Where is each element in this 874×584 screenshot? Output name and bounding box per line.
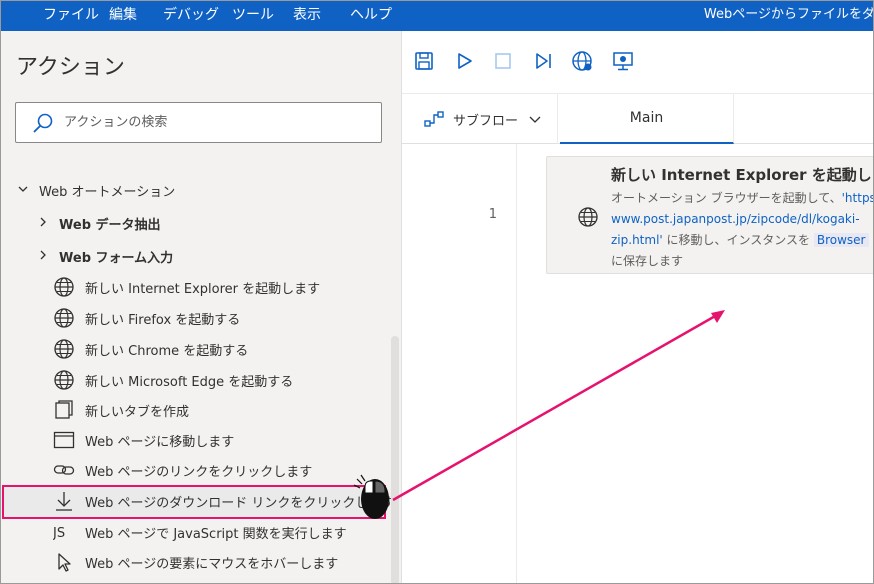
action-label: Web ページのダウンロード リンクをクリックします	[85, 496, 395, 511]
designer-toolbar	[402, 31, 873, 93]
javascript-icon: JS	[53, 526, 65, 541]
line-number: 1	[488, 207, 497, 222]
run-next-action-icon[interactable]	[532, 50, 554, 72]
flow-step-description: オートメーション ブラウザーを起動して、'https:// www.post.j…	[611, 188, 873, 272]
action-create-new-tab[interactable]: 新しいタブを作成	[1, 394, 391, 425]
step-desc-prefix: オートメーション ブラウザーを起動して、	[611, 191, 842, 205]
action-run-javascript[interactable]: JS Web ページで JavaScript 関数を実行します	[1, 516, 391, 547]
action-hover-element[interactable]: Web ページの要素にマウスをホバーします	[1, 546, 391, 577]
actions-pane-title: アクション	[16, 55, 125, 80]
action-label: 新しいタブを作成	[85, 405, 190, 420]
step-desc-url-part2: www.post.japanpost.jp/zipcode/dl/kogaki-	[611, 212, 860, 226]
menu-help[interactable]: ヘルプ	[348, 1, 394, 31]
subflow-dropdown-button[interactable]: サブフロー	[402, 94, 558, 144]
mouse-pointer-icon	[58, 553, 71, 572]
action-launch-edge[interactable]: 新しい Microsoft Edge を起動する	[1, 364, 391, 395]
action-search-input[interactable]	[64, 103, 364, 142]
search-icon	[33, 113, 53, 133]
subflow-label: サブフロー	[453, 114, 519, 129]
svg-text:JS: JS	[53, 526, 65, 541]
menu-view[interactable]: 表示	[291, 1, 323, 31]
action-label: 新しい Internet Explorer を起動します	[85, 282, 321, 297]
window-title: Webページからファイルをダ	[703, 7, 874, 22]
chevron-down-icon	[18, 186, 28, 192]
designer-tab-bar: サブフロー Main	[402, 93, 873, 144]
tree-group-label: Web オートメーション	[39, 185, 176, 200]
action-label: Web ページの要素にマウスをホバーします	[85, 557, 339, 572]
action-label: 新しい Microsoft Edge を起動する	[85, 375, 294, 390]
subflow-icon	[424, 111, 444, 127]
action-search-box[interactable]	[15, 102, 382, 143]
action-launch-firefox[interactable]: 新しい Firefox を起動する	[1, 302, 391, 333]
tree-subgroup-web-form-fill[interactable]: Web フォーム入力	[1, 241, 391, 271]
tree-subgroup-label: Web フォーム入力	[59, 251, 174, 266]
action-click-link[interactable]: Web ページのリンクをクリックします	[1, 454, 391, 485]
flow-canvas: 新しい Internet Explorer を起動しま オートメーション ブラウ…	[517, 144, 874, 583]
action-launch-ie[interactable]: 新しい Internet Explorer を起動します	[1, 271, 391, 302]
chevron-right-icon	[40, 250, 46, 260]
action-label: 新しい Chrome を起動する	[85, 344, 249, 359]
app-window: ファイル 編集 デバッグ ツール 表示 ヘルプ Webページからファイルをダ ア…	[0, 0, 874, 584]
tab-main-label: Main	[629, 110, 664, 126]
chevron-down-icon	[529, 116, 541, 123]
globe-icon	[54, 308, 74, 328]
save-icon[interactable]	[413, 50, 435, 72]
download-icon	[56, 492, 72, 511]
stop-icon[interactable]	[492, 50, 514, 72]
actions-scrollbar[interactable]	[391, 336, 399, 583]
action-navigate-web-page[interactable]: Web ページに移動します	[1, 424, 391, 455]
action-label: Web ページで JavaScript 関数を実行します	[85, 527, 347, 542]
link-icon	[53, 465, 75, 475]
flow-step-title: 新しい Internet Explorer を起動しま	[611, 166, 874, 184]
line-number-gutter: 1	[402, 144, 517, 583]
step-desc-url-part1: 'https://	[841, 191, 873, 205]
globe-icon	[54, 370, 74, 390]
browser-window-icon	[53, 431, 75, 449]
globe-icon	[54, 339, 74, 359]
actions-pane: アクション Web オートメーション Web データ抽出 Web	[1, 31, 402, 583]
run-icon[interactable]	[453, 50, 475, 72]
step-desc-mid: に移動し、インスタンスを	[662, 233, 814, 247]
menu-bar: ファイル 編集 デバッグ ツール 表示 ヘルプ Webページからファイルをダ	[1, 1, 874, 31]
action-launch-chrome[interactable]: 新しい Chrome を起動する	[1, 333, 391, 364]
desktop-recorder-icon[interactable]	[612, 50, 634, 72]
globe-icon	[578, 207, 598, 227]
action-label: Web ページに移動します	[85, 435, 235, 450]
tree-subgroup-web-data-extraction[interactable]: Web データ抽出	[1, 208, 391, 238]
step-desc-suffix: に保存します	[611, 254, 684, 268]
action-click-download-link[interactable]: Web ページのダウンロード リンクをクリックします	[1, 485, 395, 516]
menu-tools[interactable]: ツール	[230, 1, 276, 31]
web-recorder-icon[interactable]	[571, 50, 593, 72]
step-desc-url-part3: zip.html'	[611, 233, 663, 247]
menu-edit[interactable]: 編集	[107, 1, 139, 31]
tree-group-web-automation[interactable]: Web オートメーション	[1, 175, 391, 205]
tab-main[interactable]: Main	[560, 94, 734, 144]
action-label: 新しい Firefox を起動する	[85, 313, 241, 328]
flow-step-launch-ie[interactable]: 新しい Internet Explorer を起動しま オートメーション ブラウ…	[546, 156, 874, 274]
globe-icon	[54, 277, 74, 297]
step-desc-variable: Browser	[813, 233, 869, 247]
action-label: Web ページのリンクをクリックします	[85, 465, 313, 480]
menu-file[interactable]: ファイル	[41, 1, 101, 31]
menu-debug[interactable]: デバッグ	[161, 1, 221, 31]
chevron-right-icon	[40, 217, 46, 227]
new-tab-icon	[55, 400, 73, 419]
tree-subgroup-label: Web データ抽出	[59, 218, 161, 233]
